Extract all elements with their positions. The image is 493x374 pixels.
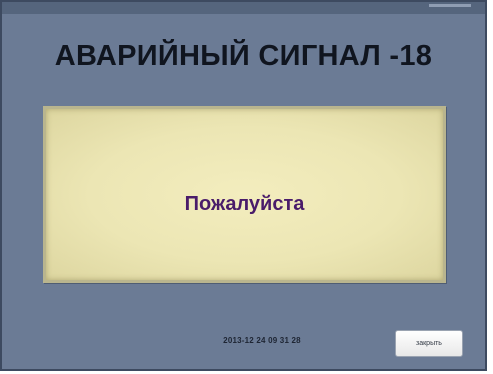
- alarm-window: АВАРИЙНЫЙ СИГНАЛ -18 Пожалуйста 2013-12 …: [0, 0, 487, 371]
- close-button[interactable]: закрыть: [395, 330, 463, 357]
- window-top-strip: [2, 2, 485, 14]
- alarm-message: Пожалуйста: [184, 193, 305, 215]
- top-strip-highlight: [429, 4, 471, 7]
- alarm-timestamp: 2013-12 24 09 31 28: [223, 336, 301, 345]
- alarm-title: АВАРИЙНЫЙ СИГНАЛ -18: [54, 40, 433, 72]
- alarm-message-panel: Пожалуйста: [43, 106, 446, 283]
